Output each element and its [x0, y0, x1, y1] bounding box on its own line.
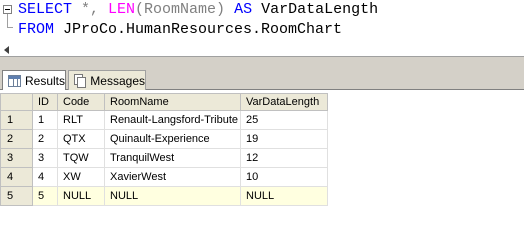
results-grid-area: ID Code RoomName VarDataLength 1 1 RLT R…: [0, 90, 524, 208]
cell-code[interactable]: TQW: [57, 148, 105, 168]
cell-roomname[interactable]: XavierWest: [104, 167, 241, 187]
table-row[interactable]: 2 2 QTX Quinault-Experience 19: [0, 129, 328, 149]
column-header-vardatalength[interactable]: VarDataLength: [240, 93, 328, 111]
cell-code[interactable]: QTX: [57, 129, 105, 149]
cell-code[interactable]: XW: [57, 167, 105, 187]
table-row[interactable]: 3 3 TQW TranquilWest 12: [0, 148, 328, 168]
cell-id[interactable]: 1: [32, 110, 58, 130]
table-row-selected[interactable]: 5 5 NULL NULL NULL: [0, 186, 328, 206]
select-star: *,: [72, 1, 109, 18]
tab-messages[interactable]: Messages: [68, 70, 146, 90]
cell-vardatalength[interactable]: 10: [240, 167, 328, 187]
outline-corner: [7, 27, 13, 28]
column-header-id[interactable]: ID: [32, 93, 58, 111]
grid-corner[interactable]: [0, 93, 33, 111]
cell-vardatalength[interactable]: 12: [240, 148, 328, 168]
function-len: LEN: [108, 1, 136, 18]
tab-results[interactable]: Results: [2, 70, 66, 91]
results-grid[interactable]: ID Code RoomName VarDataLength 1 1 RLT R…: [0, 93, 328, 206]
table-row[interactable]: 1 1 RLT Renault-Langsford-Tribute 25: [0, 110, 328, 130]
cell-vardatalength[interactable]: 19: [240, 129, 328, 149]
horizontal-scrollbar[interactable]: [0, 44, 524, 56]
keyword-from: FROM: [18, 21, 55, 38]
table-row[interactable]: 4 4 XW XavierWest 10: [0, 167, 328, 187]
messages-icon: [74, 73, 86, 88]
cell-id[interactable]: 2: [32, 129, 58, 149]
row-number[interactable]: 3: [0, 148, 33, 168]
table-name: JProCo.HumanResources.RoomChart: [54, 21, 343, 38]
results-tabbar: Results Messages: [0, 66, 524, 91]
query-line-1: SELECT *, LEN(RoomName) AS VarDataLength: [18, 1, 378, 19]
column-header-code[interactable]: Code: [57, 93, 105, 111]
keyword-select: SELECT: [18, 1, 73, 18]
row-number[interactable]: 2: [0, 129, 33, 149]
grid-icon: [8, 75, 21, 87]
column-header-roomname[interactable]: RoomName: [104, 93, 241, 111]
collapse-icon[interactable]: [3, 5, 12, 14]
outline-line: [7, 14, 8, 28]
cell-vardatalength[interactable]: NULL: [240, 186, 328, 206]
cell-roomname[interactable]: NULL: [104, 186, 241, 206]
row-number[interactable]: 1: [0, 110, 33, 130]
cell-id[interactable]: 5: [32, 186, 58, 206]
tab-messages-label: Messages: [90, 73, 145, 88]
cell-roomname[interactable]: Renault-Langsford-Tribute: [104, 110, 241, 130]
row-number[interactable]: 5: [0, 186, 33, 206]
query-editor[interactable]: SELECT *, LEN(RoomName) AS VarDataLength…: [0, 0, 524, 44]
cell-vardatalength[interactable]: 25: [240, 110, 328, 130]
cell-code[interactable]: RLT: [57, 110, 105, 130]
function-args: (RoomName): [135, 1, 226, 18]
query-line-2: FROM JProCo.HumanResources.RoomChart: [18, 21, 342, 39]
cell-code[interactable]: NULL: [57, 186, 105, 206]
scroll-left-icon[interactable]: [4, 46, 9, 54]
pane-splitter[interactable]: [0, 56, 524, 66]
row-number[interactable]: 4: [0, 167, 33, 187]
tab-results-label: Results: [24, 74, 65, 88]
keyword-as: AS: [225, 1, 262, 18]
grid-header-row: ID Code RoomName VarDataLength: [0, 93, 328, 111]
cell-id[interactable]: 3: [32, 148, 58, 168]
cell-roomname[interactable]: Quinault-Experience: [104, 129, 241, 149]
cell-roomname[interactable]: TranquilWest: [104, 148, 241, 168]
column-alias: VarDataLength: [261, 1, 379, 18]
cell-id[interactable]: 4: [32, 167, 58, 187]
